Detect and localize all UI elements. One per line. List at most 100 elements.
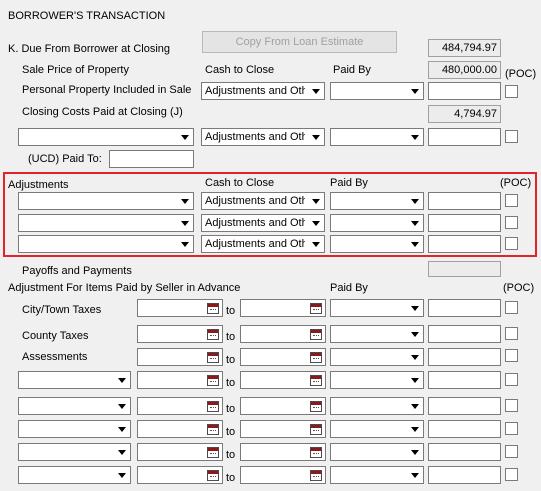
date-from-input[interactable] <box>137 443 223 461</box>
item-description-select[interactable] <box>18 371 131 389</box>
calendar-icon[interactable] <box>207 401 219 412</box>
chevron-down-icon[interactable] <box>309 194 323 208</box>
paid-by-select[interactable] <box>330 128 424 146</box>
poc-checkbox[interactable] <box>505 130 518 143</box>
paid-by-select[interactable] <box>330 192 424 210</box>
amount-input[interactable] <box>428 192 501 210</box>
calendar-icon[interactable] <box>310 303 322 314</box>
chevron-down-icon[interactable] <box>115 422 129 436</box>
paid-by-select[interactable] <box>330 466 424 484</box>
chevron-down-icon[interactable] <box>408 130 422 144</box>
chevron-down-icon[interactable] <box>115 445 129 459</box>
adjustment-description-select[interactable] <box>18 235 194 253</box>
poc-checkbox[interactable] <box>505 327 518 340</box>
paid-by-select[interactable] <box>330 348 424 366</box>
poc-checkbox[interactable] <box>505 216 518 229</box>
copy-from-loan-estimate-button[interactable]: Copy From Loan Estimate <box>202 31 397 53</box>
calendar-icon[interactable] <box>310 401 322 412</box>
date-from-input[interactable] <box>137 466 223 484</box>
paid-by-select[interactable] <box>330 397 424 415</box>
chevron-down-icon[interactable] <box>178 130 192 144</box>
cash-to-close-select[interactable]: Adjustments and Other Credits <box>201 235 325 253</box>
chevron-down-icon[interactable] <box>408 399 422 413</box>
poc-checkbox[interactable] <box>505 194 518 207</box>
amount-input[interactable] <box>428 443 501 461</box>
calendar-icon[interactable] <box>310 352 322 363</box>
date-from-input[interactable] <box>137 420 223 438</box>
chevron-down-icon[interactable] <box>309 216 323 230</box>
chevron-down-icon[interactable] <box>408 301 422 315</box>
paid-by-select[interactable] <box>330 214 424 232</box>
paid-by-select[interactable] <box>330 235 424 253</box>
date-to-input[interactable] <box>240 299 326 317</box>
calendar-icon[interactable] <box>207 447 219 458</box>
amount-input[interactable] <box>428 299 501 317</box>
item-description-select[interactable] <box>18 420 131 438</box>
amount-input[interactable] <box>428 420 501 438</box>
date-to-input[interactable] <box>240 325 326 343</box>
calendar-icon[interactable] <box>207 329 219 340</box>
date-from-input[interactable] <box>137 325 223 343</box>
date-to-input[interactable] <box>240 348 326 366</box>
calendar-icon[interactable] <box>207 470 219 481</box>
chevron-down-icon[interactable] <box>115 399 129 413</box>
date-from-input[interactable] <box>137 371 223 389</box>
calendar-icon[interactable] <box>207 424 219 435</box>
adjustment-description-select[interactable] <box>18 192 194 210</box>
cash-to-close-select[interactable]: Adjustments and Other Credits <box>201 128 325 146</box>
chevron-down-icon[interactable] <box>309 237 323 251</box>
chevron-down-icon[interactable] <box>408 445 422 459</box>
chevron-down-icon[interactable] <box>408 237 422 251</box>
ucd-paid-to-input[interactable] <box>109 150 194 168</box>
date-to-input[interactable] <box>240 397 326 415</box>
date-from-input[interactable] <box>137 397 223 415</box>
date-from-input[interactable] <box>137 299 223 317</box>
chevron-down-icon[interactable] <box>408 350 422 364</box>
item-description-select[interactable] <box>18 128 194 146</box>
date-to-input[interactable] <box>240 420 326 438</box>
chevron-down-icon[interactable] <box>408 216 422 230</box>
paid-by-select[interactable] <box>330 82 424 100</box>
chevron-down-icon[interactable] <box>408 194 422 208</box>
calendar-icon[interactable] <box>310 329 322 340</box>
poc-checkbox[interactable] <box>505 422 518 435</box>
chevron-down-icon[interactable] <box>178 216 192 230</box>
chevron-down-icon[interactable] <box>309 130 323 144</box>
calendar-icon[interactable] <box>310 424 322 435</box>
poc-checkbox[interactable] <box>505 468 518 481</box>
chevron-down-icon[interactable] <box>408 327 422 341</box>
chevron-down-icon[interactable] <box>408 373 422 387</box>
chevron-down-icon[interactable] <box>115 373 129 387</box>
chevron-down-icon[interactable] <box>178 237 192 251</box>
date-to-input[interactable] <box>240 371 326 389</box>
chevron-down-icon[interactable] <box>178 194 192 208</box>
cash-to-close-select[interactable]: Adjustments and Other Credits <box>201 192 325 210</box>
poc-checkbox[interactable] <box>505 237 518 250</box>
paid-by-select[interactable] <box>330 371 424 389</box>
paid-by-select[interactable] <box>330 420 424 438</box>
chevron-down-icon[interactable] <box>408 84 422 98</box>
calendar-icon[interactable] <box>310 447 322 458</box>
amount-input[interactable] <box>428 235 501 253</box>
poc-checkbox[interactable] <box>505 445 518 458</box>
amount-input[interactable] <box>428 371 501 389</box>
item-description-select[interactable] <box>18 397 131 415</box>
calendar-icon[interactable] <box>207 303 219 314</box>
poc-checkbox[interactable] <box>505 301 518 314</box>
paid-by-select[interactable] <box>330 299 424 317</box>
amount-input[interactable] <box>428 325 501 343</box>
date-to-input[interactable] <box>240 466 326 484</box>
date-from-input[interactable] <box>137 348 223 366</box>
item-description-select[interactable] <box>18 443 131 461</box>
amount-input[interactable] <box>428 128 501 146</box>
cash-to-close-select[interactable]: Adjustments and Other Credits <box>201 214 325 232</box>
calendar-icon[interactable] <box>310 470 322 481</box>
amount-input[interactable] <box>428 214 501 232</box>
poc-checkbox[interactable] <box>505 373 518 386</box>
amount-input[interactable] <box>428 466 501 484</box>
amount-input[interactable] <box>428 397 501 415</box>
date-to-input[interactable] <box>240 443 326 461</box>
calendar-icon[interactable] <box>207 375 219 386</box>
calendar-icon[interactable] <box>207 352 219 363</box>
paid-by-select[interactable] <box>330 443 424 461</box>
